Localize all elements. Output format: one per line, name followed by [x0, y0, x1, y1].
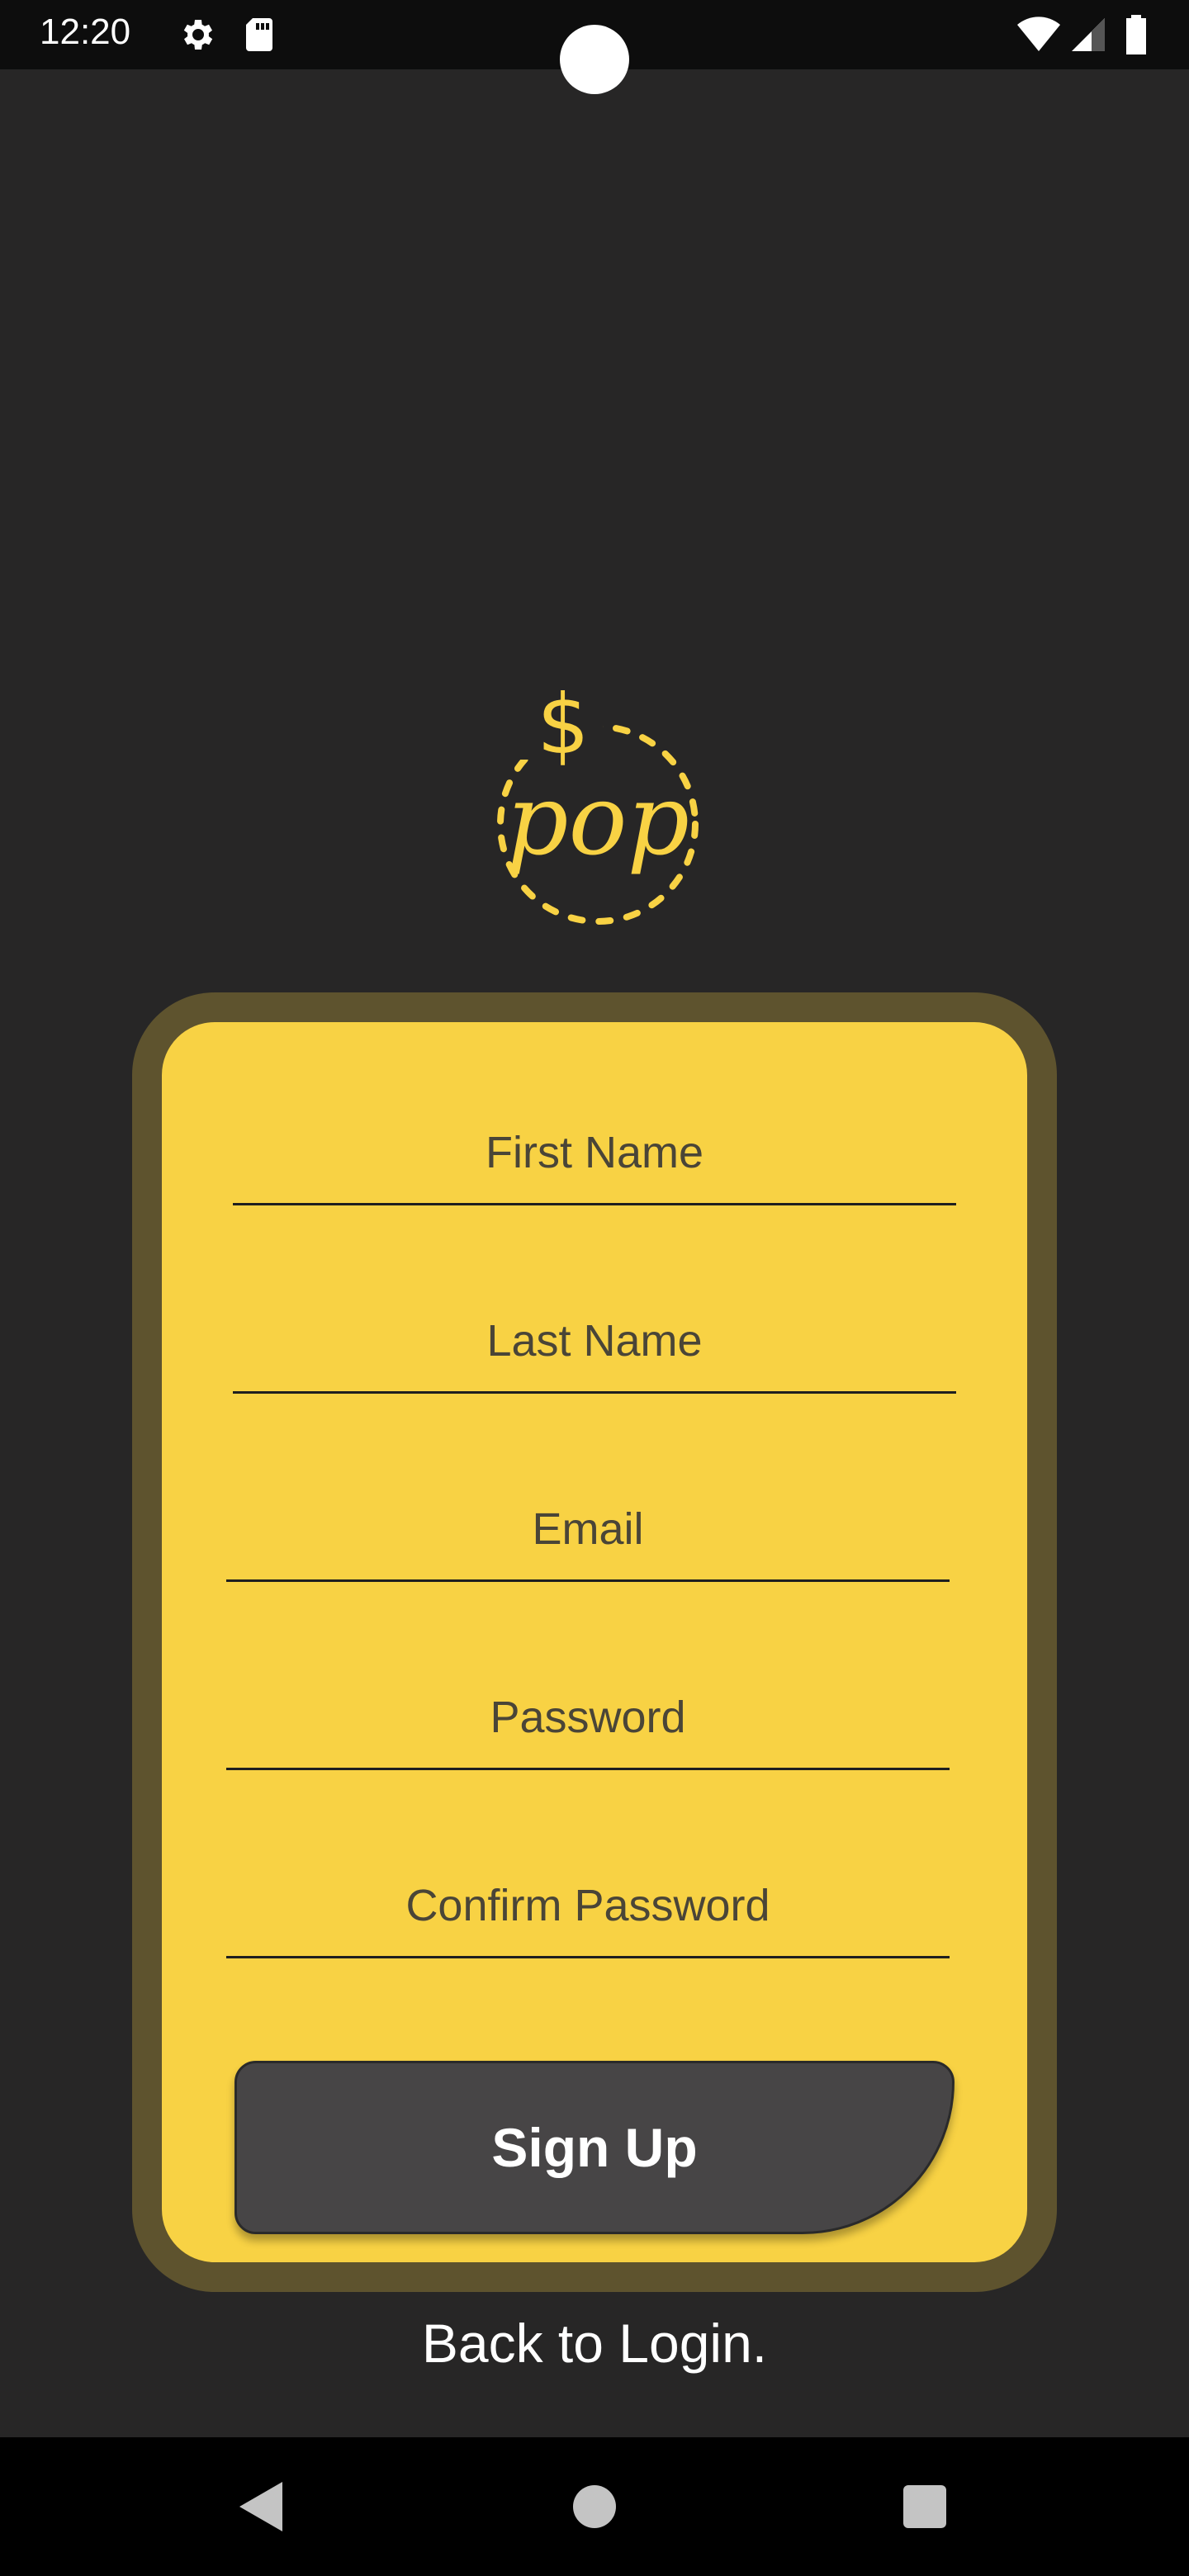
last-name-field[interactable]: Last Name	[233, 1295, 956, 1394]
recents-icon[interactable]	[903, 2485, 946, 2528]
password-field[interactable]: Password	[226, 1671, 950, 1770]
last-name-placeholder: Last Name	[486, 1316, 703, 1366]
status-time: 12:20	[40, 12, 131, 52]
email-field[interactable]: Email	[226, 1483, 950, 1582]
sign-up-label: Sign Up	[491, 2117, 698, 2178]
wifi-icon	[1017, 17, 1060, 51]
confirm-password-field[interactable]: Confirm Password	[226, 1859, 950, 1958]
back-icon[interactable]	[239, 2482, 282, 2531]
sign-up-button[interactable]: Sign Up	[234, 2061, 955, 2234]
logo-text: pop	[506, 763, 689, 877]
password-placeholder: Password	[490, 1693, 686, 1742]
first-name-placeholder: First Name	[485, 1128, 703, 1177]
navigation-bar	[0, 2437, 1189, 2576]
battery-icon	[1126, 15, 1146, 54]
camera-cutout	[560, 25, 629, 94]
home-icon[interactable]	[573, 2485, 616, 2528]
email-placeholder: Email	[532, 1504, 644, 1554]
first-name-field[interactable]: First Name	[233, 1106, 956, 1205]
confirm-password-placeholder: Confirm Password	[405, 1881, 770, 1930]
signal-icon	[1072, 18, 1105, 51]
sd-card-icon	[246, 18, 272, 51]
pop-logo: $ pop	[497, 677, 699, 925]
gear-icon	[183, 20, 213, 50]
logo-dollar: $	[537, 677, 590, 773]
back-to-login-link[interactable]: Back to Login.	[0, 2312, 1189, 2375]
